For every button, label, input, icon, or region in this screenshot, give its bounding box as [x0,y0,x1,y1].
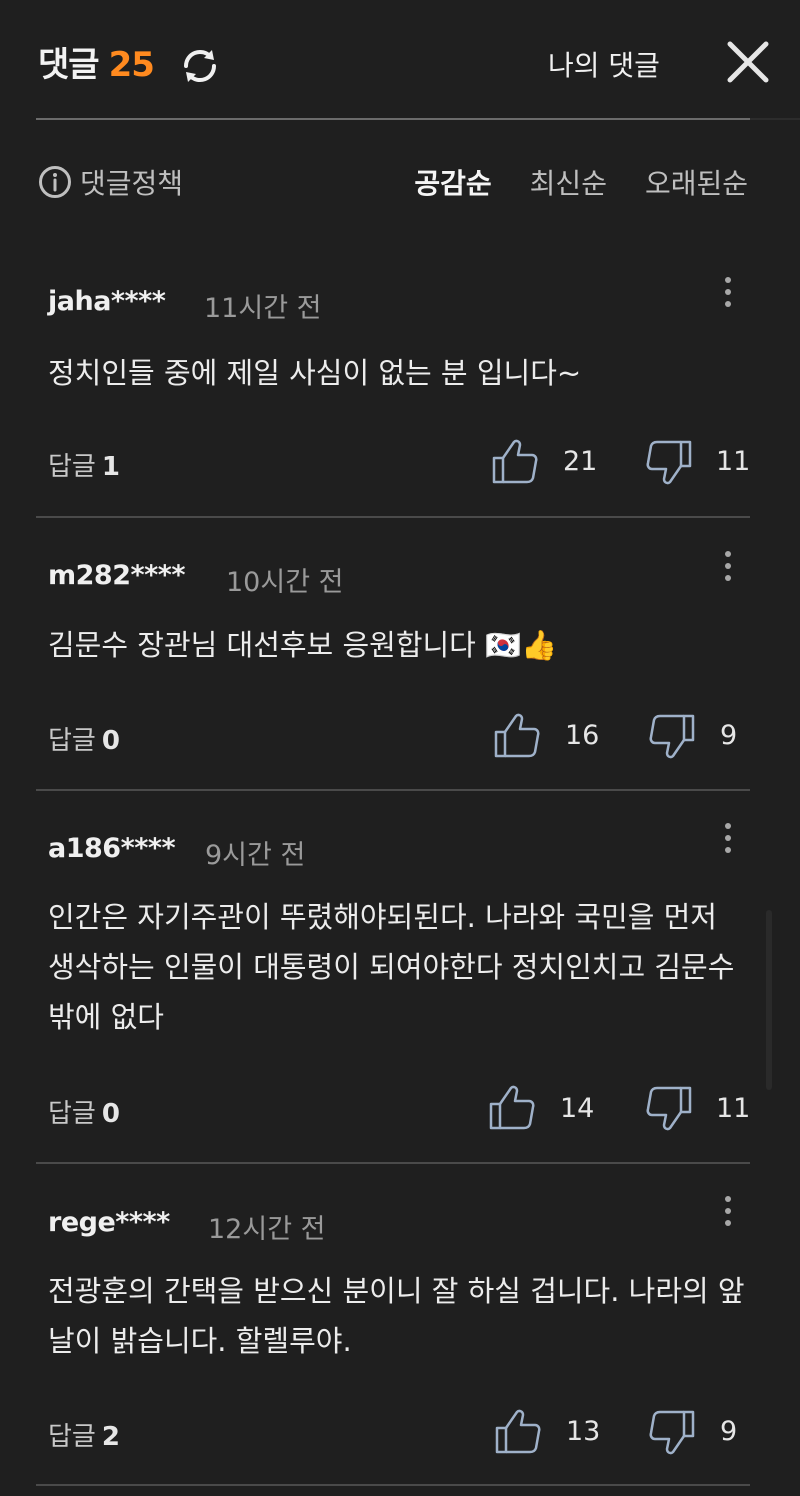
comment-username[interactable]: a186**** [48,833,176,864]
close-icon[interactable] [722,36,774,88]
reply-count: 1 [101,452,120,482]
comment-policy-link[interactable]: 댓글정책 [38,160,183,204]
more-vertical-icon[interactable] [716,1191,740,1231]
comments-title-label: 댓글 [38,45,100,85]
comment-divider [36,1162,750,1164]
thumbs-up-icon[interactable] [492,710,542,760]
refresh-icon[interactable] [176,42,224,90]
reply-label: 답글 [48,452,96,482]
more-vertical-icon[interactable] [716,272,740,312]
comment-time: 12시간 전 [208,1214,326,1245]
like-count: 14 [560,1093,595,1124]
thumbs-down-icon[interactable] [644,1084,694,1134]
scrollbar-thumb[interactable] [766,910,772,1090]
comment-time: 10시간 전 [226,567,344,598]
comment-username[interactable]: rege**** [48,1207,170,1238]
thumbs-up-icon[interactable] [490,436,540,486]
reply-button[interactable]: 답글 2 [48,1416,120,1453]
comment-text: 인간은 자기주관이 뚜렸해야되된다. 나라와 국민을 먼저 생삭하는 인물이 대… [48,900,735,1034]
header-divider [36,118,750,120]
comment-divider [36,789,750,791]
like-count: 21 [563,446,598,477]
sort-newest[interactable]: 최신순 [530,162,607,202]
more-vertical-icon[interactable] [716,818,740,858]
info-icon [39,166,71,198]
comment-username[interactable]: m282**** [48,560,185,591]
comments-title: 댓글 25 [38,40,155,90]
thumbs-down-icon[interactable] [647,712,697,762]
thumbs-down-icon[interactable] [647,1408,697,1458]
thumbs-up-icon[interactable] [487,1082,537,1132]
reply-label: 답글 [48,1099,96,1129]
comment-time: 9시간 전 [205,840,306,871]
reply-count: 2 [101,1422,120,1452]
thumbs-down-icon[interactable] [644,438,694,488]
dislike-count: 9 [720,1416,738,1447]
thumbs-up-icon[interactable] [493,1406,543,1456]
comment-policy-label: 댓글정책 [80,167,184,200]
comments-header: 댓글 25 나의 댓글 [0,0,800,120]
like-count: 16 [565,720,600,751]
reply-label: 답글 [48,1422,96,1452]
comment-text: 정치인들 중에 제일 사심이 없는 분 입니다~ [48,356,582,390]
sort-oldest[interactable]: 오래된순 [645,162,748,202]
sort-tabs: 공감순 최신순 오래된순 [414,160,748,204]
reply-button[interactable]: 답글 0 [48,720,120,757]
sort-popular[interactable]: 공감순 [414,162,491,202]
reply-button[interactable]: 답글 1 [48,446,120,483]
like-count: 13 [566,1416,601,1447]
more-vertical-icon[interactable] [716,546,740,586]
dislike-count: 11 [716,446,751,477]
comment-divider [36,1484,750,1486]
dislike-count: 9 [720,720,738,751]
comment-divider [36,516,750,518]
reply-button[interactable]: 답글 0 [48,1093,120,1130]
comment-username[interactable]: jaha**** [48,286,166,317]
dislike-count: 11 [716,1093,751,1124]
header-divider-extension [750,118,800,120]
comment-text: 김문수 장관님 대선후보 응원합니다 🇰🇷👍 [48,628,558,662]
comment-time: 11시간 전 [204,293,322,324]
comment-count: 25 [108,45,155,85]
my-comments-button[interactable]: 나의 댓글 [548,46,660,86]
reply-label: 답글 [48,726,96,756]
reply-count: 0 [101,1099,120,1129]
reply-count: 0 [101,726,120,756]
comment-text: 전광훈의 간택을 받으신 분이니 잘 하실 겁니다. 나라의 앞날이 밝습니다.… [48,1274,745,1358]
